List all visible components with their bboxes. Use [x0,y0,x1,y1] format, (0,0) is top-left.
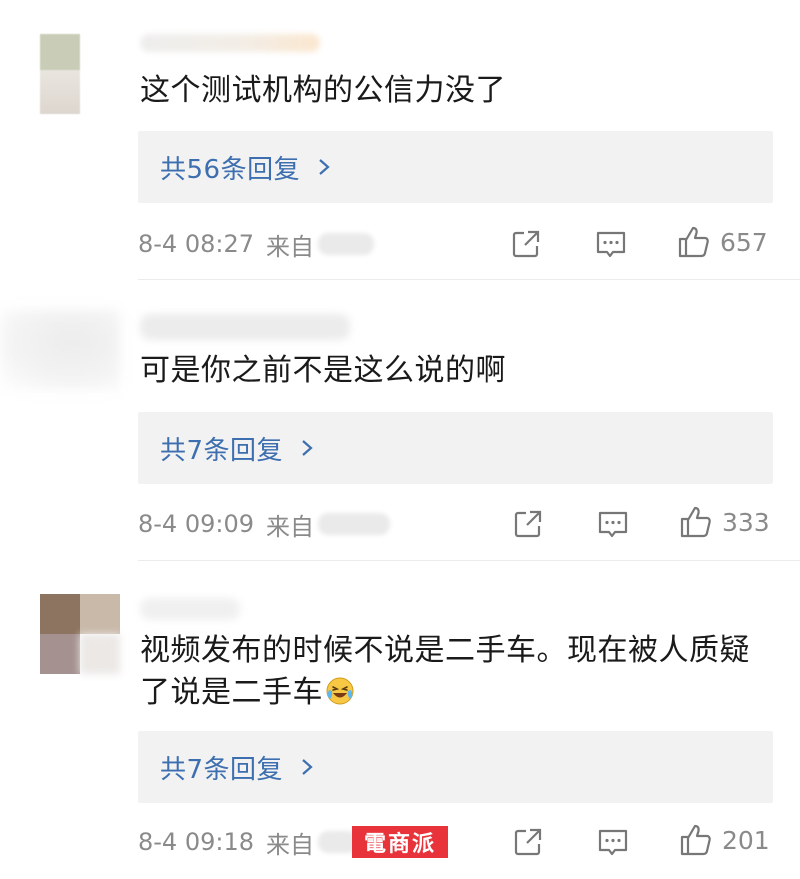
comment-button[interactable] [596,826,630,860]
like-button[interactable]: 201 [678,822,770,858]
chevron-right-icon [302,759,313,775]
view-replies-button[interactable]: 共7条回复 [138,731,773,803]
comment-text-content: 视频发布的时候不说是二手车。现在被人质疑了说是二手车 [140,633,750,710]
thumbs-up-icon [680,824,711,856]
comment-icon [598,829,628,856]
comment-meta: 8-4 09:18 来自 [138,822,358,862]
comment-3: 视频发布的时候不说是二手车。现在被人质疑了说是二手车 共7条回复 8-4 09:… [0,0,800,879]
laughing-crying-emoji [326,677,354,705]
username-blurred[interactable] [140,598,240,620]
like-count: 201 [722,825,770,855]
share-button[interactable] [512,826,544,858]
share-icon [514,828,542,856]
replies-count-label: 共7条回复 [160,754,284,785]
timestamp: 8-4 09:18 [138,828,254,856]
source-label: 来自 [266,830,314,859]
watermark-logo: 電商派 [352,826,448,858]
avatar[interactable] [40,594,120,674]
comment-text: 视频发布的时候不说是二手车。现在被人质疑了说是二手车 [140,630,780,714]
